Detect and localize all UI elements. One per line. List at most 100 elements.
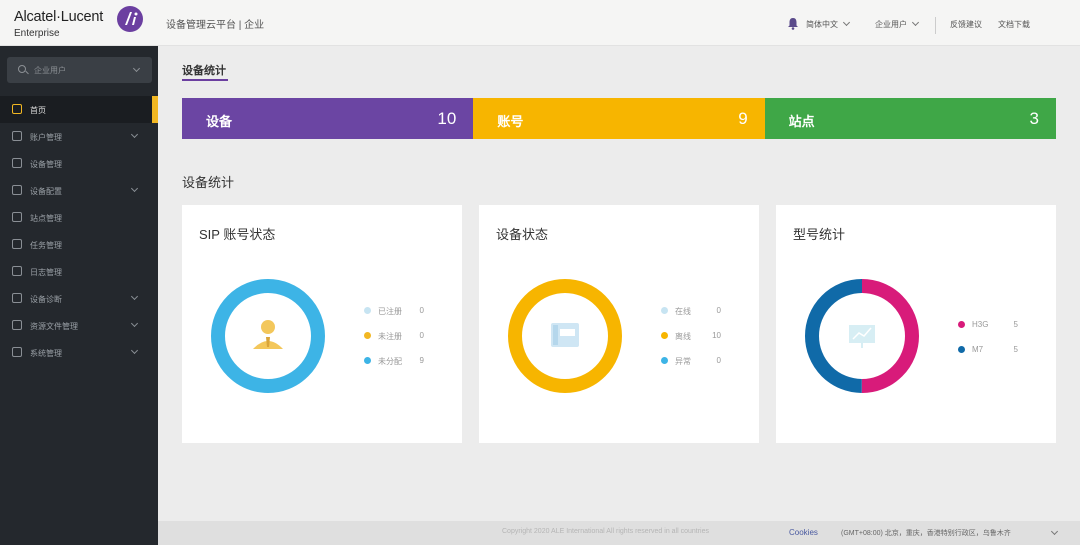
legend-item[interactable]: 在线 0	[661, 305, 741, 330]
sidebar-item-label: 设备管理	[30, 160, 62, 169]
donut-chart	[211, 279, 325, 393]
stat-card: 设备状态在线 0 离线 10 异常 0	[479, 205, 759, 443]
tab-device-statistics[interactable]: 设备统计	[182, 62, 226, 78]
docs-download-link[interactable]: 文档下载	[998, 19, 1030, 30]
home-icon	[12, 104, 22, 114]
sidebar-item[interactable]: 设备配置	[0, 177, 158, 204]
donut-chart	[805, 279, 919, 393]
legend-item[interactable]: 未注册 0	[364, 330, 444, 355]
diagnose-icon	[12, 293, 22, 303]
sidebar-item-label: 系统管理	[30, 349, 62, 358]
brand-name: Alcatel·Lucent	[14, 9, 104, 25]
legend-value: 5	[1013, 345, 1018, 354]
legend-value: 0	[716, 356, 721, 365]
legend-item[interactable]: 离线 10	[661, 330, 741, 355]
sidebar-item[interactable]: 设备管理	[0, 150, 158, 177]
sidebar-item-label: 账户管理	[30, 133, 62, 142]
stat-tile[interactable]: 站点 3	[764, 98, 1056, 139]
phone-icon	[551, 323, 579, 347]
brand-sub: Enterprise	[14, 28, 60, 39]
sidebar-item-label: 设备诊断	[30, 295, 62, 304]
sidebar: 企业用户 首页账户管理设备管理设备配置站点管理任务管理日志管理设备诊断资源文件管…	[0, 46, 158, 545]
chevron-down-icon	[132, 64, 141, 73]
stat-label: 账号	[497, 114, 524, 129]
files-icon	[12, 320, 22, 330]
chevron-down-icon[interactable]	[1050, 527, 1059, 536]
card-title: SIP 账号状态	[199, 227, 276, 242]
feedback-link[interactable]: 反馈建议	[950, 19, 982, 30]
legend-item[interactable]: 未分配 9	[364, 355, 444, 380]
org-select[interactable]: 企业用户	[7, 57, 152, 83]
sidebar-item[interactable]: 站点管理	[0, 204, 158, 231]
card-title: 设备状态	[496, 227, 549, 242]
stat-card: SIP 账号状态 已注册 0 未注册 0 未分配 9	[182, 205, 462, 443]
sidebar-menu: 首页账户管理设备管理设备配置站点管理任务管理日志管理设备诊断资源文件管理系统管理	[0, 96, 158, 366]
sidebar-item-label: 日志管理	[30, 268, 62, 277]
chevron-down-icon	[130, 130, 139, 139]
stat-label: 站点	[788, 114, 815, 129]
legend-label: 离线	[675, 332, 691, 341]
sidebar-item[interactable]: 账户管理	[0, 123, 158, 150]
active-tab-indicator	[182, 79, 228, 81]
legend-label: 异常	[675, 357, 691, 366]
sidebar-item-label: 站点管理	[30, 214, 62, 223]
stat-tile[interactable]: 设备 10	[182, 98, 474, 139]
language-select[interactable]: 简体中文	[806, 18, 851, 30]
bell-icon[interactable]	[787, 17, 799, 30]
sidebar-item[interactable]: 首页	[0, 96, 158, 123]
user-menu[interactable]: 企业用户	[875, 18, 920, 30]
brand-logo-icon	[117, 6, 143, 32]
legend-swatch	[958, 321, 965, 328]
chart-legend: H3G 5 M7 5	[958, 319, 1038, 369]
user-label: 企业用户	[875, 20, 907, 29]
legend-value: 5	[1013, 320, 1018, 329]
stat-card: 型号统计 H3G 5 M7 5	[776, 205, 1056, 443]
chart-legend: 在线 0 离线 10 异常 0	[661, 305, 741, 380]
device-icon	[12, 158, 22, 168]
sidebar-item[interactable]: 日志管理	[0, 258, 158, 285]
config-icon	[12, 185, 22, 195]
logo[interactable]: Alcatel·Lucent Enterprise	[14, 6, 164, 42]
legend-swatch	[364, 307, 371, 314]
legend-label: 已注册	[378, 307, 402, 316]
section-title: 设备统计	[182, 175, 235, 190]
donut-chart	[508, 279, 622, 393]
cookies-link[interactable]: Cookies	[789, 528, 818, 537]
card-title: 型号统计	[793, 227, 846, 242]
donut-segment[interactable]	[211, 279, 325, 393]
sidebar-item-label: 首页	[30, 106, 46, 115]
chart-icon	[849, 325, 875, 348]
legend-item[interactable]: 已注册 0	[364, 305, 444, 330]
legend-item[interactable]: M7 5	[958, 344, 1038, 369]
site-icon	[12, 212, 22, 222]
header: Alcatel·Lucent Enterprise 设备管理云平台 | 企业 简…	[0, 0, 1080, 46]
log-icon	[12, 266, 22, 276]
legend-swatch	[661, 307, 668, 314]
main-content: 设备统计 设备 10 账号 9 站点 3 设备统计 SIP 账号状态 已注册 0 未注册 0 未分配…	[158, 46, 1080, 521]
chevron-down-icon	[130, 184, 139, 193]
legend-value: 10	[712, 331, 721, 340]
stats-bar: 设备 10 账号 9 站点 3	[182, 98, 1056, 139]
legend-label: H3G	[972, 320, 989, 329]
sidebar-item[interactable]: 设备诊断	[0, 285, 158, 312]
account-icon	[12, 131, 22, 141]
legend-swatch	[364, 357, 371, 364]
legend-swatch	[661, 357, 668, 364]
sidebar-item[interactable]: 任务管理	[0, 231, 158, 258]
user-icon	[253, 320, 283, 349]
legend-item[interactable]: 异常 0	[661, 355, 741, 380]
legend-label: 未注册	[378, 332, 402, 341]
legend-swatch	[364, 332, 371, 339]
footer: Copyright 2020 ALE International All rig…	[158, 521, 1080, 545]
chevron-down-icon	[911, 18, 920, 27]
sidebar-item-label: 任务管理	[30, 241, 62, 250]
sidebar-item[interactable]: 系统管理	[0, 339, 158, 366]
timezone-select[interactable]: (GMT+08:00) 北京，重庆，香港特别行政区，乌鲁木齐	[841, 528, 1011, 538]
stat-value: 10	[437, 109, 457, 128]
legend-item[interactable]: H3G 5	[958, 319, 1038, 344]
stat-tile[interactable]: 账号 9	[473, 98, 765, 139]
legend-value: 0	[419, 331, 424, 340]
task-icon	[12, 239, 22, 249]
legend-value: 0	[716, 306, 721, 315]
sidebar-item[interactable]: 资源文件管理	[0, 312, 158, 339]
